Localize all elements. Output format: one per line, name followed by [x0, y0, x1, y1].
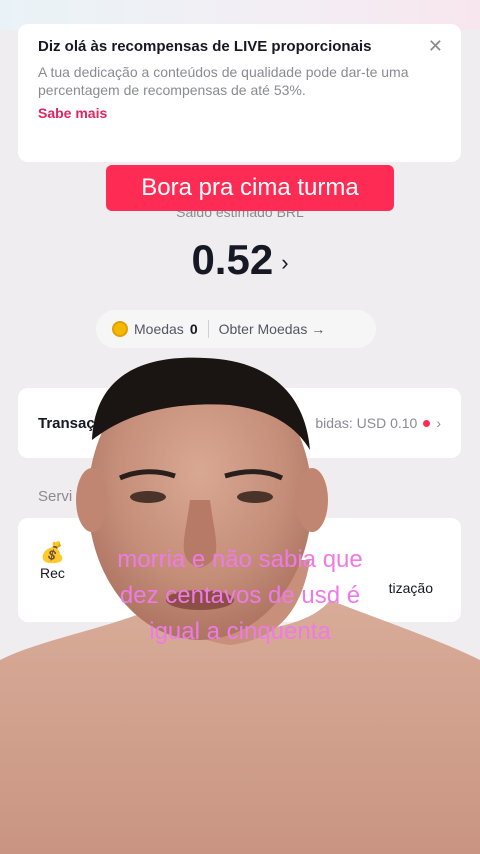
promo-title: Diz olá às recompensas de LIVE proporcio… — [38, 38, 372, 55]
service-item-recharge[interactable]: 💰 Rec — [40, 540, 65, 581]
money-bag-icon: 💰 — [40, 542, 65, 564]
chevron-right-icon: › — [281, 249, 289, 275]
transactions-amount: bidas: USD 0.10 — [315, 415, 418, 431]
chevron-right-icon: › — [436, 415, 441, 431]
promo-body: A tua dedicação a conteúdos de qualidade… — [38, 64, 409, 98]
balance-amount[interactable]: 0.52 › — [0, 236, 480, 284]
transactions-row[interactable]: Transaç bidas: USD 0.10 › — [18, 388, 461, 458]
notification-dot — [423, 419, 431, 427]
bottom-card — [18, 682, 461, 854]
balance-value: 0.52 — [191, 236, 274, 283]
coins-count: 0 — [189, 321, 198, 337]
service-label: Rec — [40, 565, 65, 581]
services-section-label: Servi — [38, 488, 73, 505]
coins-label: Moedas — [134, 321, 184, 337]
content-section-label: Con — [38, 654, 66, 671]
transactions-label: Transaç — [38, 414, 95, 432]
video-caption: morria e não sabia que dez centavos de u… — [70, 542, 410, 650]
coin-icon — [112, 321, 128, 337]
pill-divider — [207, 320, 209, 338]
close-icon[interactable]: ✕ — [428, 36, 443, 57]
coins-pill[interactable]: Moedas 0 Obter Moedas → — [96, 310, 376, 348]
overlay-banner: Bora pra cima turma — [106, 165, 394, 211]
promo-card: Diz olá às recompensas de LIVE proporcio… — [18, 24, 461, 162]
get-coins-link[interactable]: Obter Moedas → — [219, 321, 326, 337]
learn-more-link[interactable]: Sabe mais — [38, 105, 441, 121]
transactions-summary: bidas: USD 0.10 › — [315, 415, 441, 431]
caption-line-1: morria e não sabia que — [117, 546, 363, 573]
caption-line-2: dez centavos de usd é — [119, 582, 361, 609]
caption-line-3: igual a cinquenta — [149, 618, 331, 645]
